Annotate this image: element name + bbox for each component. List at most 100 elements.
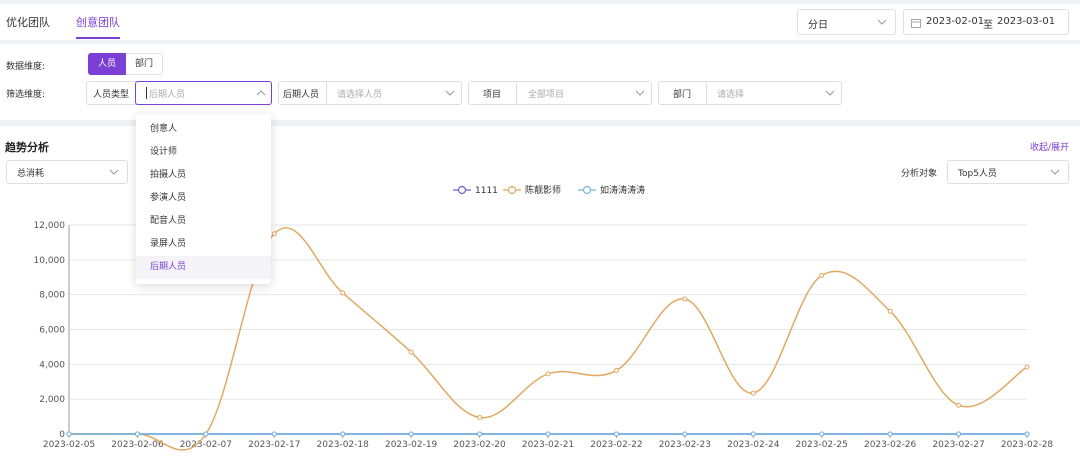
data-point xyxy=(477,414,483,420)
project-filter[interactable]: 项目 全部项目 xyxy=(468,81,652,105)
data-point xyxy=(545,371,551,377)
chevron-down-icon xyxy=(825,90,835,96)
dimension-option-department[interactable]: 部门 xyxy=(126,53,163,75)
department-label: 部门 xyxy=(673,90,692,100)
dropdown-option[interactable]: 参演人员 xyxy=(136,187,271,210)
chevron-down-icon xyxy=(877,19,887,25)
x-tick-label: 2023-02-18 xyxy=(317,440,370,450)
dimension-option-person[interactable]: 人员 xyxy=(88,53,126,75)
legend-marker xyxy=(582,185,592,195)
tab-optimization-team[interactable]: 优化团队 xyxy=(6,14,50,30)
x-tick-label: 2023-02-21 xyxy=(522,440,574,450)
department-placeholder: 请选择 xyxy=(717,90,745,100)
project-label: 项目 xyxy=(483,90,502,100)
data-point xyxy=(682,431,688,437)
y-tick-label: 2,000 xyxy=(39,395,65,405)
date-range-picker[interactable]: 2023-02-01 至 2023-03-01 xyxy=(903,9,1069,35)
data-point xyxy=(613,431,619,437)
top-bar: 优化团队 创意团队 分日 2023-02-01 至 2023-03-01 xyxy=(0,4,1080,40)
data-point xyxy=(956,431,962,437)
data-point xyxy=(408,349,414,355)
data-point xyxy=(887,431,893,437)
legend-label: 如涛涛涛涛 xyxy=(600,184,645,196)
data-point xyxy=(134,431,140,437)
legend-label: 1111 xyxy=(475,186,498,196)
y-tick-label: 10,000 xyxy=(34,256,66,266)
x-tick-label: 2023-02-24 xyxy=(727,440,780,450)
data-point xyxy=(271,431,277,437)
data-point xyxy=(477,431,483,437)
data-point xyxy=(271,231,277,237)
person-type-dropdown-menu: 创意人 设计师 拍摄人员 参演人员 配音人员 录屏人员 后期人员 xyxy=(136,114,271,284)
y-tick-label: 8,000 xyxy=(39,291,65,301)
data-point xyxy=(1024,431,1030,437)
data-point xyxy=(819,431,825,437)
tab-creative-team[interactable]: 创意团队 xyxy=(76,14,120,30)
x-tick-label: 2023-02-22 xyxy=(590,440,642,450)
y-tick-label: 0 xyxy=(59,430,65,440)
data-point xyxy=(203,431,209,437)
screen-label: 筛选维度: xyxy=(6,90,46,100)
data-point xyxy=(887,308,893,314)
legend-marker xyxy=(507,185,517,195)
x-tick-label: 2023-02-28 xyxy=(1001,440,1054,450)
dropdown-option[interactable]: 后期人员 xyxy=(136,256,271,279)
dimension-label: 数据维度: xyxy=(6,62,46,72)
person-type-label: 人员类型 xyxy=(93,90,130,100)
post-person-filter[interactable]: 后期人员 请选择人员 xyxy=(278,81,462,105)
dropdown-option[interactable]: 配音人员 xyxy=(136,210,271,233)
person-type-select[interactable]: 后期人员 xyxy=(135,81,272,105)
x-tick-label: 2023-02-27 xyxy=(932,440,984,450)
data-point xyxy=(750,390,756,396)
calendar-icon xyxy=(911,19,921,28)
project-placeholder: 全部项目 xyxy=(528,90,565,100)
dropdown-option[interactable]: 设计师 xyxy=(136,141,271,164)
filter-panel: 数据维度: 人员 部门 筛选维度: 人员类型 后期人员 后期人员 请选择人员 项… xyxy=(0,44,1080,120)
data-point xyxy=(613,367,619,373)
data-point xyxy=(66,431,72,437)
active-tab-indicator xyxy=(76,37,120,39)
data-point xyxy=(408,431,414,437)
data-point xyxy=(545,431,551,437)
chevron-up-icon xyxy=(256,90,266,96)
y-tick-label: 4,000 xyxy=(39,360,65,370)
legend-label: 陈靓影师 xyxy=(525,184,561,196)
dropdown-option[interactable]: 创意人 xyxy=(136,118,271,141)
x-tick-label: 2023-02-17 xyxy=(248,440,300,450)
data-point xyxy=(750,431,756,437)
date-separator: 至 xyxy=(983,20,993,31)
data-point xyxy=(956,402,962,408)
dropdown-option[interactable]: 录屏人员 xyxy=(136,233,271,256)
post-person-placeholder: 请选择人员 xyxy=(337,90,383,100)
chevron-down-icon xyxy=(445,90,455,96)
divider xyxy=(326,82,327,104)
x-tick-label: 2023-02-20 xyxy=(453,440,506,450)
divider xyxy=(516,82,517,104)
person-type-placeholder: 后期人员 xyxy=(149,90,186,100)
data-point xyxy=(340,431,346,437)
x-tick-label: 2023-02-26 xyxy=(864,440,917,450)
x-tick-label: 2023-02-07 xyxy=(180,440,232,450)
dropdown-option[interactable]: 拍摄人员 xyxy=(136,164,271,187)
period-value: 分日 xyxy=(808,20,828,31)
x-tick-label: 2023-02-19 xyxy=(385,440,438,450)
x-tick-label: 2023-02-06 xyxy=(111,440,164,450)
data-point xyxy=(819,273,825,279)
x-tick-label: 2023-02-23 xyxy=(659,440,711,450)
date-end: 2023-03-01 xyxy=(997,16,1056,27)
chevron-down-icon xyxy=(635,90,645,96)
text-cursor xyxy=(146,87,147,99)
y-tick-label: 6,000 xyxy=(39,326,65,336)
data-point xyxy=(1024,364,1030,370)
period-select[interactable]: 分日 xyxy=(797,9,896,35)
divider xyxy=(706,82,707,104)
x-tick-label: 2023-02-25 xyxy=(796,440,848,450)
data-point xyxy=(682,296,688,302)
data-point xyxy=(340,290,346,296)
post-person-label: 后期人员 xyxy=(283,90,320,100)
date-start: 2023-02-01 xyxy=(926,16,985,27)
y-tick-label: 12,000 xyxy=(34,221,66,231)
legend-marker xyxy=(457,185,467,195)
x-tick-label: 2023-02-05 xyxy=(43,440,95,450)
department-filter[interactable]: 部门 请选择 xyxy=(658,81,842,105)
